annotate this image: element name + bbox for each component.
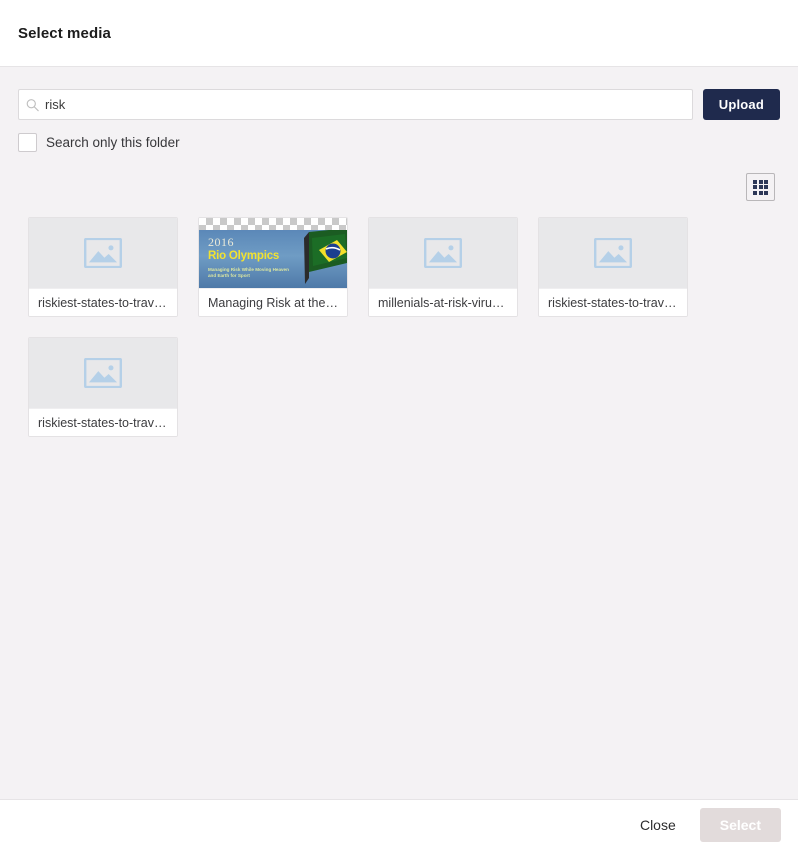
- rio-olympics-artwork: 2016 Rio Olympics Managing Risk While Mo…: [199, 230, 347, 288]
- media-label-text: Managing Risk at the ...: [208, 295, 338, 310]
- media-card[interactable]: riskiest-states-to-trave...: [28, 337, 178, 437]
- grid-view-icon: [753, 179, 768, 195]
- media-thumbnail: [29, 218, 177, 288]
- search-only-folder-row: Search only this folder: [0, 120, 798, 152]
- search-row: Upload: [0, 67, 798, 120]
- media-label: millenials-at-risk-virus-...: [369, 288, 517, 316]
- media-label-text: riskiest-states-to-trave...: [38, 415, 168, 430]
- media-label: riskiest-states-to-trave...: [539, 288, 687, 316]
- page-title: Select media: [18, 24, 111, 42]
- image-placeholder-icon: [594, 238, 632, 268]
- select-media-dialog: Select media Upload Search only this fol…: [0, 0, 798, 850]
- brazil-flag-icon: [304, 230, 347, 284]
- search-input[interactable]: [18, 89, 693, 120]
- media-label: riskiest-states-to-trave...: [29, 408, 177, 436]
- search-only-folder-checkbox[interactable]: [18, 133, 37, 152]
- media-thumbnail: [369, 218, 517, 288]
- image-placeholder-icon: [84, 238, 122, 268]
- close-button[interactable]: Close: [630, 809, 686, 841]
- media-card[interactable]: 2016 Rio Olympics Managing Risk While Mo…: [198, 217, 348, 317]
- media-thumbnail: [539, 218, 687, 288]
- dialog-footer: Close Select: [0, 800, 798, 850]
- view-toolbar: [0, 152, 798, 201]
- media-thumbnail: 2016 Rio Olympics Managing Risk While Mo…: [199, 218, 347, 288]
- grid-view-toggle-button[interactable]: [746, 173, 775, 201]
- dialog-body: Upload Search only this folder: [0, 67, 798, 800]
- media-card[interactable]: millenials-at-risk-virus-...: [368, 217, 518, 317]
- media-card[interactable]: riskiest-states-to-trave...: [28, 217, 178, 317]
- media-label-text: millenials-at-risk-virus-...: [378, 295, 508, 310]
- select-button[interactable]: Select: [699, 808, 781, 842]
- search-field: [18, 89, 693, 120]
- upload-button[interactable]: Upload: [702, 89, 780, 120]
- media-label-text: riskiest-states-to-trave...: [38, 295, 168, 310]
- image-placeholder-icon: [424, 238, 462, 268]
- media-label-text: riskiest-states-to-trave...: [548, 295, 678, 310]
- media-thumbnail: [29, 338, 177, 408]
- media-label: Managing Risk at the ...: [199, 288, 347, 316]
- dialog-header: Select media: [0, 0, 798, 67]
- image-placeholder-icon: [84, 358, 122, 388]
- media-label: riskiest-states-to-trave...: [29, 288, 177, 316]
- media-grid: riskiest-states-to-trave... 2016 Rio Oly…: [0, 201, 798, 437]
- media-card[interactable]: riskiest-states-to-trave...: [538, 217, 688, 317]
- search-only-folder-label[interactable]: Search only this folder: [46, 135, 180, 150]
